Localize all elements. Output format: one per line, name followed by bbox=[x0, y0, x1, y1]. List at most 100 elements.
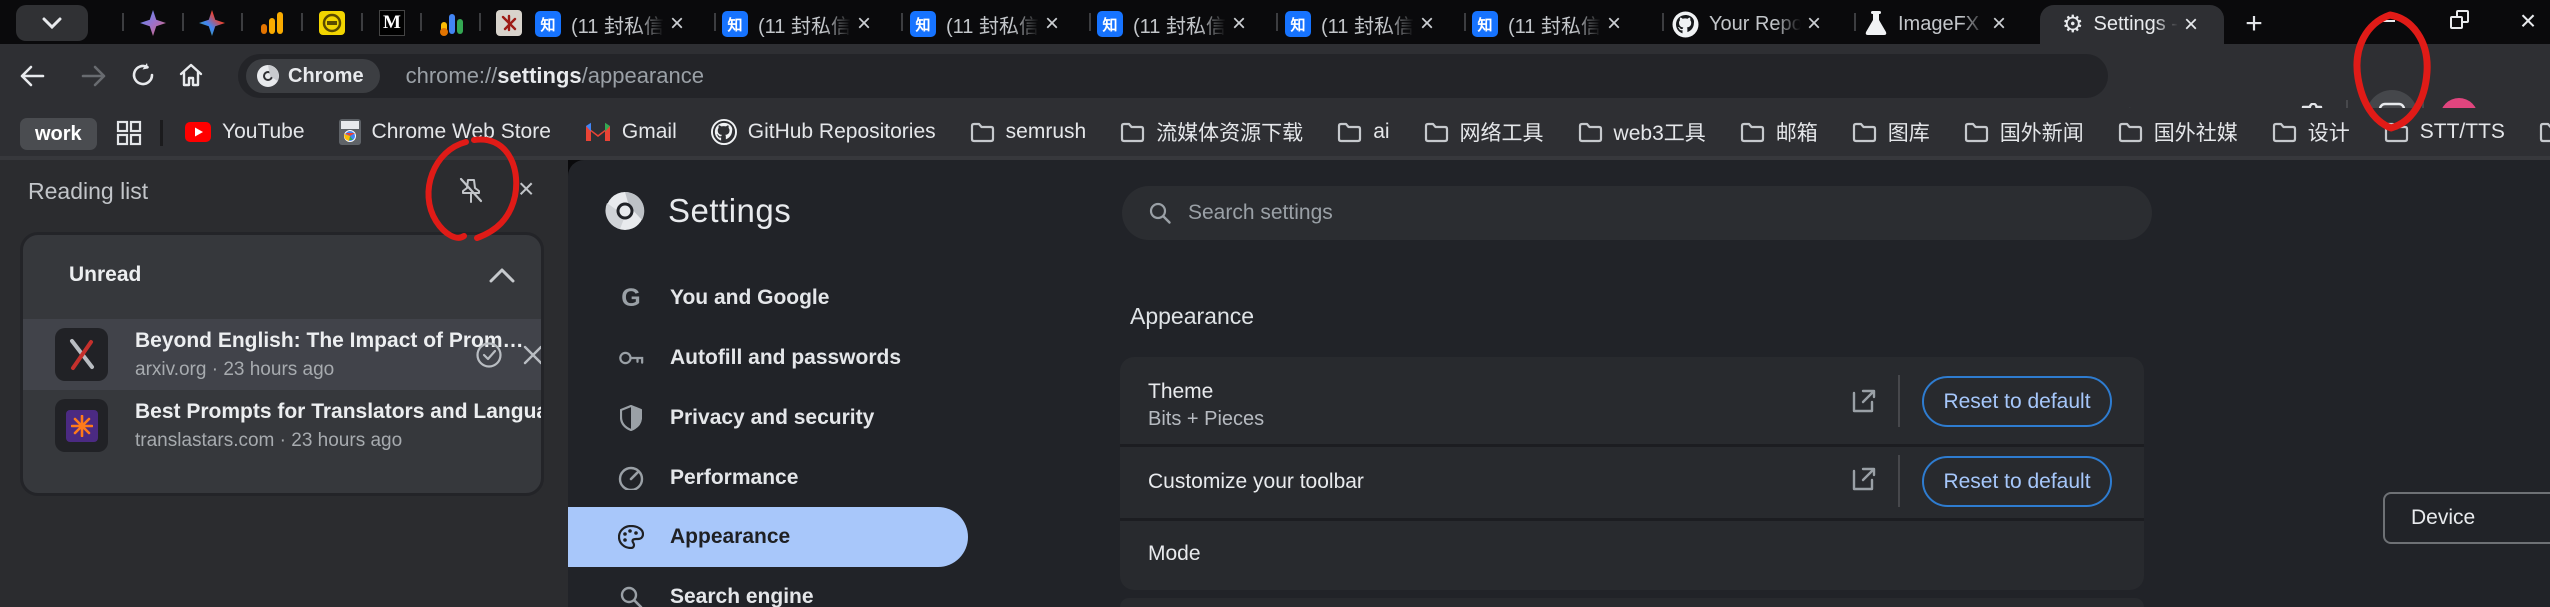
google-g-icon: G bbox=[621, 283, 641, 312]
mode-dropdown-value: Device bbox=[2411, 506, 2476, 529]
tab-imagefx[interactable]: ImageFX - × bbox=[1864, 4, 2034, 44]
sidebar-item-privacy[interactable]: Privacy and security bbox=[568, 388, 968, 448]
bookmark-folder-network-tools[interactable]: 网络工具 bbox=[1424, 117, 1544, 147]
pinned-tab-yellow-badge[interactable] bbox=[318, 9, 346, 37]
folder-icon bbox=[2384, 122, 2408, 142]
search-icon bbox=[1149, 202, 1171, 224]
palette-icon bbox=[618, 525, 644, 549]
tab-close-icon[interactable]: × bbox=[670, 12, 684, 36]
search-icon bbox=[618, 585, 644, 607]
sidebar-item-you-and-google[interactable]: G You and Google bbox=[568, 268, 968, 328]
youtube-icon bbox=[185, 122, 211, 142]
tab-group-chip-work[interactable]: work bbox=[20, 118, 97, 150]
tab-settings-active[interactable]: ⚙ Settings - × bbox=[2040, 5, 2224, 44]
tab-title: (11 封私信 bbox=[758, 15, 851, 38]
pinned-tab-analytics[interactable] bbox=[258, 9, 286, 37]
mode-dropdown[interactable]: Device bbox=[2383, 492, 2550, 544]
tab-zhihu-1[interactable]: 知 (11 封私信 × bbox=[535, 4, 721, 44]
chrome-logo-icon bbox=[605, 191, 645, 230]
sidebar-item-performance[interactable]: Performance bbox=[568, 448, 968, 508]
forward-button[interactable] bbox=[80, 62, 108, 90]
bookmark-folder-media-download[interactable]: 流媒体资源下载 bbox=[1120, 117, 1303, 147]
pinned-tab-gemini[interactable] bbox=[139, 9, 167, 37]
bookmark-folder-foreign-news[interactable]: 国外新闻 bbox=[1964, 117, 2084, 147]
new-tab-button[interactable]: + bbox=[2236, 6, 2272, 42]
bookmark-folder-stt-tts[interactable]: STT/TTS bbox=[2384, 120, 2505, 144]
bookmark-youtube[interactable]: YouTube bbox=[185, 120, 305, 144]
pinned-tab-chart[interactable] bbox=[437, 9, 465, 37]
appearance-card: Theme Bits + Pieces Reset to default Cus… bbox=[1120, 357, 2550, 590]
bookmark-folder-design[interactable]: 设计 bbox=[2272, 117, 2350, 147]
home-button[interactable] bbox=[176, 60, 206, 90]
zhihu-favicon: 知 bbox=[1472, 11, 1498, 37]
reading-list-card: Unread Beyond English: The Impact of Pro… bbox=[20, 232, 544, 496]
tab-close-icon[interactable]: × bbox=[2184, 12, 2198, 37]
reload-button[interactable] bbox=[128, 60, 158, 90]
bookmark-folder-mail[interactable]: 邮箱 bbox=[1740, 117, 1818, 147]
tab-close-icon[interactable]: × bbox=[1992, 12, 2006, 36]
reading-list-item[interactable]: Beyond English: The Impact of Prom… arxi… bbox=[23, 319, 541, 390]
remove-item-button[interactable] bbox=[519, 341, 544, 369]
bookmark-folder-plagiarism-check[interactable]: 查重 bbox=[2539, 117, 2550, 147]
site-chip[interactable]: Chrome bbox=[246, 59, 380, 93]
bookmark-chrome-web-store[interactable]: Chrome Web Store bbox=[338, 119, 551, 145]
pinned-tab-medium[interactable]: M bbox=[378, 9, 406, 37]
section-title: Appearance bbox=[1130, 303, 1255, 329]
sidebar-item-autofill[interactable]: Autofill and passwords bbox=[568, 328, 968, 388]
folder-icon bbox=[2539, 122, 2550, 142]
sidebar-item-appearance[interactable]: Appearance bbox=[568, 507, 968, 567]
sidebar-item-search-engine[interactable]: Search engine bbox=[568, 567, 968, 607]
close-panel-button[interactable]: × bbox=[518, 175, 534, 203]
folder-icon bbox=[1121, 122, 1145, 142]
tab-close-icon[interactable]: × bbox=[1807, 12, 1821, 36]
reset-toolbar-button[interactable]: Reset to default bbox=[1922, 456, 2112, 507]
tab-zhihu-4[interactable]: 知 (11 封私信 × bbox=[1097, 4, 1283, 44]
apps-grid-button[interactable] bbox=[116, 120, 142, 146]
bookmark-folder-ai[interactable]: ai bbox=[1337, 120, 1390, 144]
row-divider bbox=[1898, 455, 1900, 507]
tab-close-icon[interactable]: × bbox=[1607, 12, 1621, 36]
zhihu-favicon: 知 bbox=[535, 11, 561, 37]
tab-close-icon[interactable]: × bbox=[1045, 12, 1059, 36]
unpin-side-panel-button[interactable] bbox=[456, 176, 486, 206]
mark-read-button[interactable] bbox=[475, 341, 503, 369]
tab-zhihu-2[interactable]: 知 (11 封私信 × bbox=[722, 4, 908, 44]
tab-github-repo[interactable]: Your Repo × bbox=[1672, 4, 1848, 44]
bookmark-folder-semrush[interactable]: semrush bbox=[970, 120, 1086, 144]
reading-item-title: Best Prompts for Translators and Languag… bbox=[135, 400, 541, 423]
tab-title: (11 封私信 bbox=[1321, 15, 1414, 38]
pinned-tab-sparkle[interactable] bbox=[198, 9, 226, 37]
address-bar[interactable]: Chrome chrome://settings/appearance bbox=[238, 54, 2108, 98]
tab-zhihu-5[interactable]: 知 (11 封私信 × bbox=[1285, 4, 1471, 44]
zhihu-favicon: 知 bbox=[910, 11, 936, 37]
tab-close-icon[interactable]: × bbox=[1232, 12, 1246, 36]
pinned-tab-leaf[interactable] bbox=[495, 9, 523, 37]
chevron-up-icon[interactable] bbox=[489, 268, 515, 283]
shield-icon bbox=[618, 405, 644, 431]
back-button[interactable] bbox=[18, 62, 46, 90]
tab-close-icon[interactable]: × bbox=[1420, 12, 1434, 36]
window-close-button[interactable]: × bbox=[2498, 0, 2550, 42]
tab-zhihu-3[interactable]: 知 (11 封私信 × bbox=[910, 4, 1096, 44]
forward-arrow-icon bbox=[81, 65, 106, 87]
reset-theme-button[interactable]: Reset to default bbox=[1922, 376, 2112, 427]
reading-list-panel-title: Reading list bbox=[28, 178, 149, 204]
external-link-icon bbox=[1852, 467, 1876, 491]
bookmark-folder-foreign-social[interactable]: 国外社媒 bbox=[2118, 117, 2238, 147]
flask-icon bbox=[1865, 11, 1887, 35]
reading-item-title: Beyond English: The Impact of Prom… bbox=[135, 329, 524, 352]
folder-icon bbox=[1740, 122, 1764, 142]
tab-strip-menu-button[interactable] bbox=[16, 5, 88, 41]
bookmark-gmail[interactable]: Gmail bbox=[585, 120, 677, 144]
window-restore-button[interactable] bbox=[2428, 0, 2488, 42]
bookmark-github-repositories[interactable]: GitHub Repositories bbox=[710, 119, 936, 145]
bookmark-folder-web3-tools[interactable]: web3工具 bbox=[1578, 117, 1706, 147]
unread-section-header[interactable]: Unread bbox=[23, 235, 541, 319]
reading-list-item[interactable]: Best Prompts for Translators and Languag… bbox=[23, 390, 541, 461]
bookmark-folder-gallery[interactable]: 图库 bbox=[1852, 117, 1930, 147]
colorful-chart-icon bbox=[440, 14, 463, 36]
settings-search-input[interactable]: Search settings bbox=[1122, 186, 2152, 240]
tab-zhihu-6[interactable]: 知 (11 封私信 × bbox=[1472, 4, 1658, 44]
window-minimize-button[interactable] bbox=[2356, 0, 2416, 42]
tab-close-icon[interactable]: × bbox=[857, 12, 871, 36]
